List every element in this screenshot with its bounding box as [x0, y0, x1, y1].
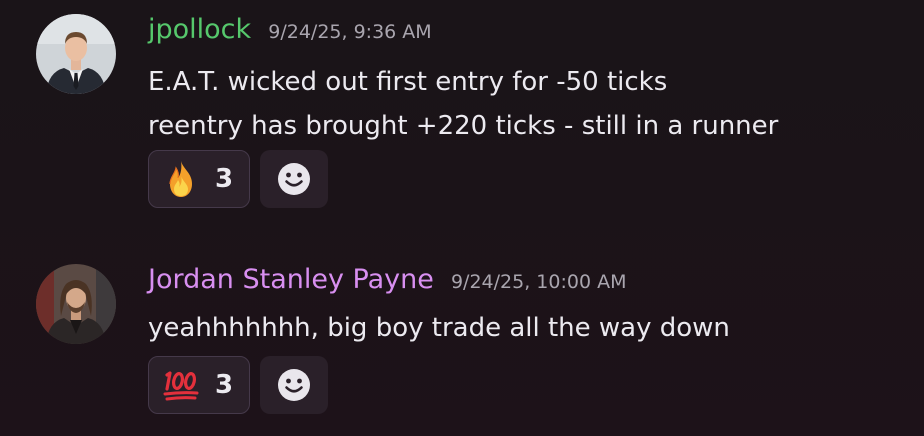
user-avatar-image [36, 14, 116, 94]
add-reaction-button[interactable] [260, 150, 328, 208]
message-header: jpollock 9/24/25, 9:36 AM [148, 14, 432, 45]
message-content: E.A.T. wicked out first entry for -50 ti… [148, 60, 778, 148]
reactions-bar: 3 [148, 356, 328, 414]
timestamp[interactable]: 9/24/25, 9:36 AM [268, 21, 431, 43]
smiley-face-icon [278, 369, 310, 401]
timestamp[interactable]: 9/24/25, 10:00 AM [451, 271, 627, 293]
chat-messages: jpollock 9/24/25, 9:36 AM E.A.T. wicked … [0, 0, 924, 436]
message-item: jpollock 9/24/25, 9:36 AM E.A.T. wicked … [0, 0, 924, 230]
reaction-count: 3 [215, 370, 234, 400]
reactions-bar: 3 [148, 150, 328, 208]
message-header: Jordan Stanley Payne 9/24/25, 10:00 AM [148, 264, 626, 295]
fire-icon [161, 159, 201, 199]
message-content: yeahhhhhhh, big boy trade all the way do… [148, 306, 730, 350]
username[interactable]: jpollock [148, 14, 251, 45]
message-line: reentry has brought +220 ticks - still i… [148, 111, 779, 141]
message-line: E.A.T. wicked out first entry for -50 ti… [148, 67, 668, 97]
reaction-fire[interactable]: 3 [148, 150, 250, 208]
add-reaction-button[interactable] [260, 356, 328, 414]
reaction-count: 3 [215, 164, 234, 194]
hundred-points-icon [161, 365, 201, 405]
user-avatar-image [36, 264, 116, 344]
smiley-face-icon [278, 163, 310, 195]
avatar[interactable] [36, 264, 116, 344]
message-item: Jordan Stanley Payne 9/24/25, 10:00 AM y… [0, 250, 924, 436]
username[interactable]: Jordan Stanley Payne [148, 264, 434, 295]
message-line: yeahhhhhhh, big boy trade all the way do… [148, 313, 730, 343]
reaction-hundred[interactable]: 3 [148, 356, 250, 414]
avatar[interactable] [36, 14, 116, 94]
